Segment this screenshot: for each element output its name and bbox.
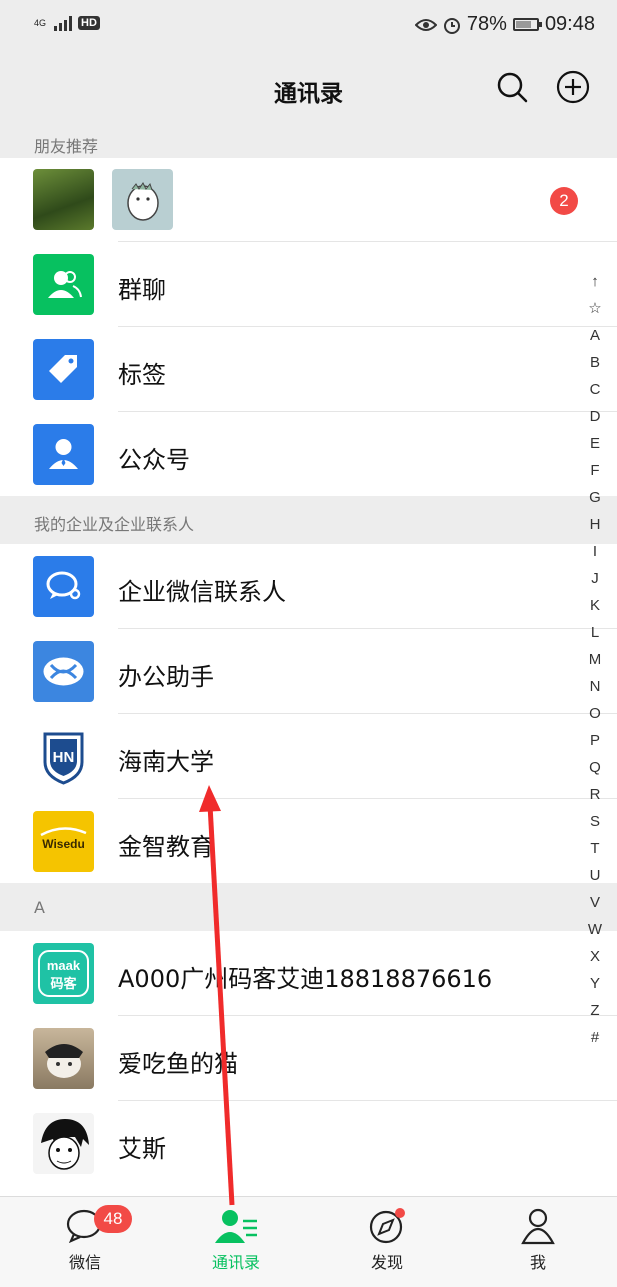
svg-text:码客: 码客 bbox=[50, 976, 77, 992]
index-letter[interactable]: ↑ bbox=[583, 268, 607, 295]
index-letter[interactable]: # bbox=[583, 1024, 607, 1051]
nav-bar: 通讯录 bbox=[0, 52, 617, 126]
contact-avatar bbox=[33, 1113, 94, 1174]
clock: 09:48 bbox=[544, 13, 595, 35]
menu-item-group-chat[interactable]: 群聊 bbox=[0, 242, 617, 327]
index-letter[interactable]: G bbox=[583, 484, 607, 511]
status-bar: 4G HD 78% 09:48 bbox=[0, 0, 617, 52]
tab-chats[interactable]: 48 微信 bbox=[8, 1197, 162, 1287]
tab-label: 发现 bbox=[370, 1253, 403, 1272]
contact-row[interactable]: 爱吃鱼的猫 bbox=[0, 1016, 617, 1101]
tab-label: 微信 bbox=[68, 1253, 101, 1272]
svg-text:maak: maak bbox=[47, 958, 81, 973]
tag-icon bbox=[33, 339, 94, 400]
contact-row[interactable]: 艾斯 bbox=[0, 1101, 617, 1196]
index-letter[interactable]: J bbox=[583, 565, 607, 592]
wecom-icon bbox=[33, 556, 94, 617]
alarm-icon bbox=[443, 17, 460, 34]
friend-recommend-row[interactable]: 2 bbox=[0, 158, 617, 242]
enterprise-item-label: 金智教育 bbox=[118, 833, 214, 861]
menu-item-label: 群聊 bbox=[118, 276, 166, 304]
person-icon bbox=[521, 1208, 555, 1245]
index-letter[interactable]: A bbox=[583, 322, 607, 349]
office-assistant-icon bbox=[33, 641, 94, 702]
index-letter[interactable]: L bbox=[583, 619, 607, 646]
enterprise-item-wisedu[interactable]: Wisedu 金智教育 bbox=[0, 799, 617, 883]
enterprise-item-hainan-university[interactable]: HN 海南大学 bbox=[0, 714, 617, 799]
recommend-avatar-1 bbox=[33, 169, 94, 230]
battery-percent: 78% bbox=[466, 13, 507, 35]
menu-item-tags[interactable]: 标签 bbox=[0, 327, 617, 412]
index-letter[interactable]: V bbox=[583, 889, 607, 916]
tab-discover[interactable]: 发现 bbox=[310, 1197, 464, 1287]
contact-row[interactable]: maak 码客 A000广州码客艾迪18818876616 bbox=[0, 931, 617, 1016]
contact-avatar: maak 码客 bbox=[33, 943, 94, 1004]
eye-icon bbox=[414, 18, 437, 31]
index-letter[interactable]: R bbox=[583, 781, 607, 808]
network-type: 4G bbox=[34, 17, 47, 28]
index-letter[interactable]: U bbox=[583, 862, 607, 889]
index-letter[interactable]: P bbox=[583, 727, 607, 754]
add-icon[interactable] bbox=[556, 70, 590, 104]
tab-label: 我 bbox=[529, 1253, 546, 1272]
index-letter[interactable]: ☆ bbox=[583, 295, 607, 322]
index-letter[interactable]: C bbox=[583, 376, 607, 403]
index-letter[interactable]: Y bbox=[583, 970, 607, 997]
hainan-university-logo: HN bbox=[33, 726, 94, 787]
enterprise-item-label: 企业微信联系人 bbox=[118, 578, 286, 606]
menu-item-official-accounts[interactable]: 公众号 bbox=[0, 412, 617, 496]
tab-bar: 48 微信 通讯录 发现 我 bbox=[0, 1196, 617, 1287]
tab-contacts[interactable]: 通讯录 bbox=[159, 1197, 313, 1287]
section-header-a: A bbox=[0, 883, 617, 931]
enterprise-item-wecom[interactable]: 企业微信联系人 bbox=[0, 544, 617, 628]
signal-icon bbox=[54, 15, 72, 31]
menu-item-label: 公众号 bbox=[118, 446, 190, 474]
index-letter[interactable]: S bbox=[583, 808, 607, 835]
tab-me[interactable]: 我 bbox=[461, 1197, 615, 1287]
index-letter[interactable]: E bbox=[583, 430, 607, 457]
contact-name: 艾斯 bbox=[118, 1135, 166, 1163]
index-letter[interactable]: H bbox=[583, 511, 607, 538]
index-letter[interactable]: B bbox=[583, 349, 607, 376]
enterprise-item-office-assistant[interactable]: 办公助手 bbox=[0, 629, 617, 714]
unread-badge: 48 bbox=[94, 1205, 132, 1233]
contact-avatar bbox=[33, 1028, 94, 1089]
compass-icon bbox=[369, 1208, 405, 1244]
index-letter[interactable]: Z bbox=[583, 997, 607, 1024]
index-letter[interactable]: X bbox=[583, 943, 607, 970]
official-account-icon bbox=[33, 424, 94, 485]
tab-label: 通讯录 bbox=[211, 1253, 260, 1272]
recommend-avatar-2 bbox=[112, 169, 173, 230]
section-header-friend-recommend: 朋友推荐 bbox=[0, 126, 617, 158]
index-letter[interactable]: K bbox=[583, 592, 607, 619]
index-letter[interactable]: D bbox=[583, 403, 607, 430]
battery-icon bbox=[512, 18, 542, 31]
enterprise-item-label: 海南大学 bbox=[118, 748, 214, 776]
alphabet-index[interactable]: ↑ ☆ A B C D E F G H I J K L M N O P Q R S T U V W X Y Z # bbox=[583, 268, 607, 1051]
hd-badge: HD bbox=[78, 16, 100, 30]
wisedu-logo: Wisedu bbox=[33, 811, 94, 872]
section-header-enterprise: 我的企业及企业联系人 bbox=[0, 496, 617, 544]
friend-recommend-badge: 2 bbox=[550, 187, 578, 215]
index-letter[interactable]: M bbox=[583, 646, 607, 673]
contacts-icon bbox=[215, 1210, 257, 1243]
index-letter[interactable]: F bbox=[583, 457, 607, 484]
index-letter[interactable]: W bbox=[583, 916, 607, 943]
index-letter[interactable]: N bbox=[583, 673, 607, 700]
index-letter[interactable]: T bbox=[583, 835, 607, 862]
svg-text:HN: HN bbox=[53, 749, 75, 766]
index-letter[interactable]: I bbox=[583, 538, 607, 565]
enterprise-item-label: 办公助手 bbox=[118, 663, 214, 691]
contact-name: A000广州码客艾迪18818876616 bbox=[118, 965, 493, 993]
index-letter[interactable]: O bbox=[583, 700, 607, 727]
svg-text:Wisedu: Wisedu bbox=[42, 837, 85, 851]
group-chat-icon bbox=[33, 254, 94, 315]
contact-name: 爱吃鱼的猫 bbox=[118, 1050, 238, 1078]
search-icon[interactable] bbox=[495, 70, 529, 104]
index-letter[interactable]: Q bbox=[583, 754, 607, 781]
menu-item-label: 标签 bbox=[118, 361, 166, 389]
